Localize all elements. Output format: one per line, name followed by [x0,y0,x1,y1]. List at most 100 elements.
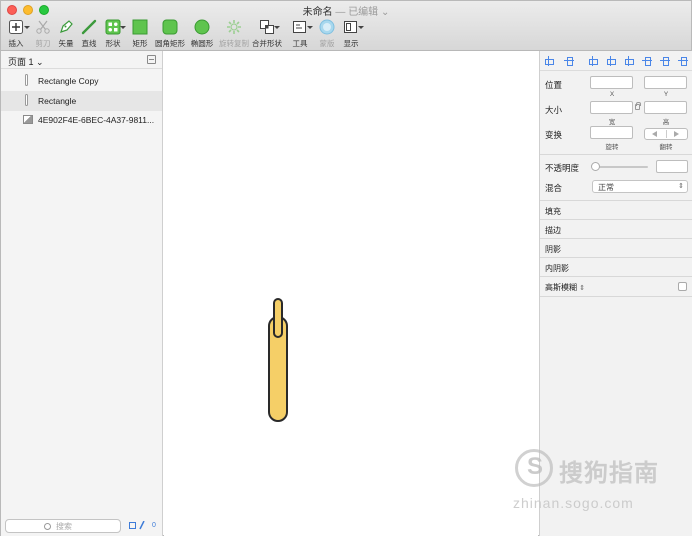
combine-shapes-icon [260,20,274,34]
oval-tool[interactable]: 椭圆形 [191,18,213,50]
plus-icon [9,20,23,34]
align-center-icon[interactable] [606,56,616,66]
rounded-rectangle-tool[interactable]: 圆角矩形 [155,18,185,50]
insert-caret [24,26,30,29]
y-label: Y [663,91,669,98]
shadow-section[interactable]: 阴影 [545,244,561,255]
layer-row[interactable]: Rectangle Copy [1,71,162,91]
watermark-url: zhinan.sogo.com [513,495,634,511]
collapse-pages-icon[interactable] [147,55,156,64]
rotate-copy-icon [227,20,241,34]
flip-vertical-icon[interactable] [674,131,679,137]
border-section[interactable]: 描边 [545,225,561,236]
select-arrows-icon: ⇕ [678,183,684,190]
scissors-icon [36,20,50,34]
combine-caret [274,26,280,29]
fill-section[interactable]: 填充 [545,206,561,217]
title-bar: 未命名 — 已编辑 ⌄ 插入 剪刀 矢量 直线 形状 矩形 圆角矩形 椭圆形 旋… [1,1,691,51]
page-name: 页面 1 [8,57,34,67]
shape-tool[interactable]: 形状 [105,18,126,50]
divider [540,276,692,277]
blend-label: 混合 [545,183,563,193]
scissors-tool[interactable]: 剪刀 [35,18,51,50]
layer-footer-icons: 0 [129,521,161,531]
distribute-vertical-icon[interactable] [564,56,574,66]
rectangle-icon [132,19,148,35]
y-field[interactable] [644,76,687,89]
rounded-rectangle-label: 圆角矩形 [155,39,185,48]
artboard-filter-icon[interactable] [129,522,136,529]
opacity-slider-track[interactable] [592,166,648,168]
canvas[interactable] [164,51,538,536]
rotate-copy-tool[interactable]: 旋转复制 [219,18,249,50]
combine-shapes-label: 合并形状 [252,39,282,48]
line-tool[interactable]: 直线 [81,18,97,50]
tools-icon [293,21,306,33]
align-bottom-icon[interactable] [678,56,688,66]
combine-shapes-tool[interactable]: 合并形状 [252,18,282,50]
layer-name: 4E902F4E-6BEC-4A37-9811... [38,115,155,125]
mask-icon [319,19,335,35]
height-field[interactable] [644,101,687,114]
layer-search-input[interactable] [56,521,116,532]
image-thumbnail-icon [23,115,33,124]
watermark-brand: 搜狗指南 [559,460,659,487]
sogou-logo-icon: S [515,449,553,487]
tools-tool[interactable]: 工具 [292,18,313,50]
opacity-label: 不透明度 [545,163,580,173]
align-right-icon[interactable] [624,56,634,66]
flip-divider [666,130,667,138]
transform-label: 变换 [545,130,563,140]
oval-label: 椭圆形 [190,39,214,48]
layers-panel: 页面 1 ⌄ Rectangle Copy Rectangle 4E902F4E… [1,51,163,536]
width-label: 宽 [608,119,616,126]
x-field[interactable] [590,76,633,89]
divider [540,296,692,297]
page-caret: ⌄ [36,57,44,67]
blur-section[interactable]: 高斯模糊 ⇕ [545,282,585,293]
vector-tool[interactable]: 矢量 [58,18,74,50]
align-left-icon[interactable] [588,56,598,66]
filter-count: 0 [152,522,156,529]
layer-row[interactable]: 4E902F4E-6BEC-4A37-9811... [1,110,162,130]
height-label: 高 [662,119,670,126]
distribute-horizontal-icon[interactable] [544,56,554,66]
flip-buttons [644,128,688,140]
view-tool[interactable]: 显示 [343,18,364,50]
line-icon [81,19,97,35]
divider [540,238,692,239]
align-middle-icon[interactable] [660,56,670,66]
rounded-rectangle-icon [162,19,178,35]
rectangle-thumbnail-icon [25,94,28,106]
app-window: 未命名 — 已编辑 ⌄ 插入 剪刀 矢量 直线 形状 矩形 圆角矩形 椭圆形 旋… [0,0,692,536]
rotate-field[interactable] [590,126,633,139]
blur-checkbox[interactable] [678,282,687,291]
view-icon [344,21,357,33]
layer-search-box[interactable] [5,519,121,533]
align-top-icon[interactable] [642,56,652,66]
title-caret: ⌄ [380,7,390,18]
rectangle-copy-shape[interactable] [273,298,283,338]
flip-horizontal-icon[interactable] [652,131,657,137]
insert-tool[interactable]: 插入 [7,18,30,50]
opacity-field[interactable] [656,160,688,173]
rectangle-tool[interactable]: 矩形 [132,18,148,50]
flip-label: 翻转 [659,144,673,151]
layer-row-selected[interactable]: Rectangle [1,91,162,111]
page-selector[interactable]: 页面 1 ⌄ [1,51,162,69]
logo-glyph: S [527,453,544,480]
alignment-bar [540,51,692,71]
width-field[interactable] [590,101,633,114]
mask-tool[interactable]: 蒙版 [319,18,335,50]
blur-type-arrows-icon: ⇕ [579,285,586,292]
document-status[interactable]: 已编辑 [348,7,378,18]
inner-shadow-section[interactable]: 内阴影 [545,263,569,274]
pen-icon [60,20,73,33]
opacity-slider-knob[interactable] [591,162,600,171]
blend-mode-select[interactable]: 正常 ⇕ [592,180,688,193]
slice-filter-icon[interactable] [139,521,145,531]
layer-name: Rectangle Copy [38,76,99,86]
tools-caret [307,26,313,29]
lock-icon[interactable] [635,102,641,110]
shape-caret [120,26,126,29]
